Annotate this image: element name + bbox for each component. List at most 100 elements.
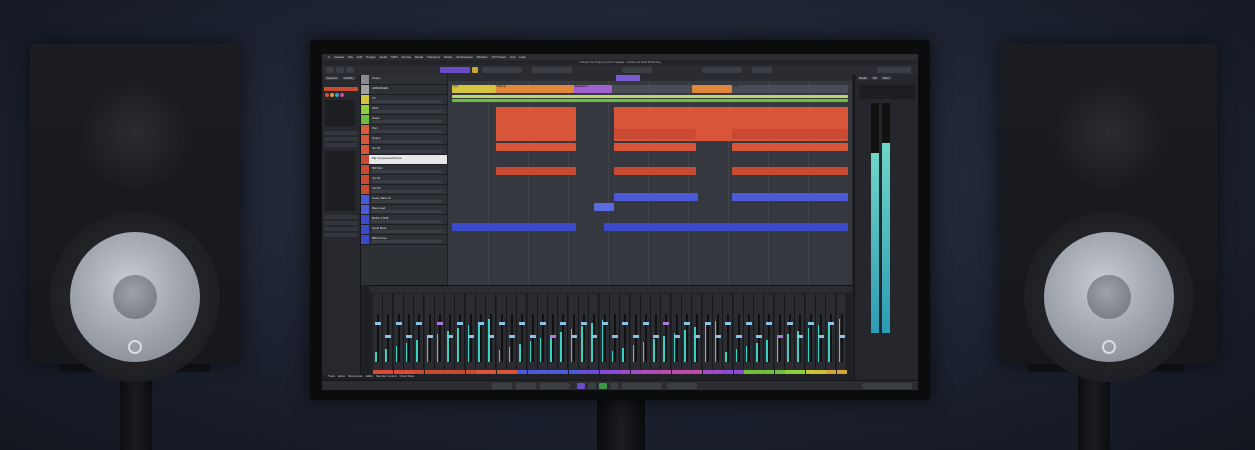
track-controls[interactable] xyxy=(372,110,442,113)
menu-item[interactable]: MIDI xyxy=(391,55,397,59)
toolbar-button[interactable] xyxy=(440,67,470,73)
fader-handle[interactable] xyxy=(570,335,577,338)
mixer-channel[interactable] xyxy=(496,294,507,374)
fader-handle[interactable] xyxy=(539,322,546,325)
fader-handle[interactable] xyxy=(838,335,845,338)
toolbar-button[interactable] xyxy=(472,67,478,73)
menu-item[interactable]: Transport xyxy=(427,55,440,59)
mixer-channel[interactable] xyxy=(609,294,620,374)
mixer-channel[interactable] xyxy=(733,294,744,374)
fader-handle[interactable] xyxy=(735,335,742,338)
midi-part[interactable] xyxy=(732,143,848,151)
timeline-ruler[interactable] xyxy=(448,75,852,81)
monitor-icon[interactable] xyxy=(330,93,334,97)
mixer-channel[interactable] xyxy=(671,294,682,374)
menu-item[interactable]: File xyxy=(348,55,353,59)
toolbar-button[interactable] xyxy=(532,67,572,73)
fader-handle[interactable] xyxy=(467,335,474,338)
fader-handle[interactable] xyxy=(663,322,670,325)
track-controls[interactable] xyxy=(372,140,442,143)
transport-button[interactable] xyxy=(492,383,512,389)
toolbar-button[interactable] xyxy=(877,67,911,73)
fader-handle[interactable] xyxy=(611,335,618,338)
mixer-channel[interactable] xyxy=(579,294,589,374)
track-controls[interactable] xyxy=(372,210,442,213)
mixer-channel[interactable] xyxy=(476,294,486,374)
menu-item[interactable]: Window xyxy=(477,55,488,59)
track-row[interactable]: BASS 1 SUB xyxy=(361,215,447,225)
track-row[interactable]: ARRANGER xyxy=(361,85,447,95)
mixer-channel[interactable] xyxy=(506,294,517,374)
tempo-display[interactable] xyxy=(667,383,697,389)
mixer-channel[interactable] xyxy=(805,294,816,374)
midi-part[interactable] xyxy=(732,167,848,175)
tab-inspector[interactable]: Inspector xyxy=(324,76,340,80)
midi-part[interactable] xyxy=(452,223,576,231)
toolbar-button[interactable] xyxy=(702,67,742,73)
mixer-channel[interactable] xyxy=(815,294,826,374)
mixer-channel[interactable] xyxy=(568,294,579,374)
output-meter[interactable] xyxy=(862,383,912,389)
track-row[interactable]: Snare xyxy=(361,115,447,125)
mixer-channel[interactable] xyxy=(373,294,383,374)
fader-handle[interactable] xyxy=(684,322,690,325)
arranger-part[interactable]: Build up xyxy=(496,85,574,93)
tab-control-room[interactable]: CR xyxy=(870,76,879,80)
menu-item[interactable]: Help xyxy=(519,55,525,59)
mixer-channel[interactable] xyxy=(537,294,548,374)
mixer-channel[interactable] xyxy=(393,294,404,374)
apple-icon[interactable]: ● xyxy=(328,55,330,59)
fader-handle[interactable] xyxy=(653,335,660,338)
mixer-channel[interactable] xyxy=(836,294,847,374)
inspector-section[interactable] xyxy=(324,227,358,231)
track-controls[interactable] xyxy=(372,230,442,233)
track-controls[interactable] xyxy=(372,240,442,243)
midi-part[interactable] xyxy=(732,129,848,139)
arranger-part[interactable] xyxy=(692,85,732,93)
cycle-marker[interactable] xyxy=(616,75,640,81)
fader-handle[interactable] xyxy=(632,335,639,338)
mixer-channel[interactable] xyxy=(774,294,785,374)
midi-part[interactable] xyxy=(594,203,614,211)
track-row[interactable]: Drums xyxy=(361,135,447,145)
track-row[interactable]: 808 Groove xyxy=(361,235,447,245)
track-row[interactable]: Tempo xyxy=(361,75,447,85)
arrange-window[interactable]: Intro Build up Breakdown Drop xyxy=(448,75,852,285)
midi-part[interactable] xyxy=(614,129,696,139)
fader-handle[interactable] xyxy=(787,322,793,325)
mixer-channel[interactable] xyxy=(795,294,806,374)
fader-handle[interactable] xyxy=(745,322,752,325)
inspector-section[interactable] xyxy=(324,215,358,219)
fader-handle[interactable] xyxy=(581,322,587,325)
track-controls[interactable] xyxy=(372,150,442,153)
midi-part[interactable] xyxy=(496,143,576,151)
mixer-channel[interactable] xyxy=(424,294,435,374)
menu-item[interactable]: Hub xyxy=(510,55,516,59)
mixer-channel[interactable] xyxy=(682,294,692,374)
fader-handle[interactable] xyxy=(756,335,763,338)
mixer-channel[interactable] xyxy=(465,294,476,374)
stop-button[interactable] xyxy=(610,383,618,389)
mixer-channel[interactable] xyxy=(640,294,651,374)
track-row[interactable]: FX xyxy=(361,95,447,105)
mixer-channel[interactable] xyxy=(620,294,631,374)
fader-handle[interactable] xyxy=(550,335,557,338)
mixer-channel[interactable] xyxy=(723,294,734,374)
toolbar-button[interactable] xyxy=(482,67,522,73)
mixer-channel[interactable] xyxy=(599,294,610,374)
midi-part[interactable] xyxy=(732,193,848,201)
menu-item[interactable]: Edit xyxy=(357,55,362,59)
midi-part[interactable] xyxy=(604,223,848,231)
midi-part[interactable] xyxy=(614,193,698,201)
mixer-channel[interactable] xyxy=(589,294,600,374)
mixer-channel[interactable] xyxy=(548,294,559,374)
mixer-channel[interactable] xyxy=(692,294,703,374)
mixer-channel[interactable] xyxy=(785,294,795,374)
mixer-channel[interactable] xyxy=(826,294,837,374)
menu-item[interactable]: Audio xyxy=(380,55,388,59)
menu-item[interactable]: Workspaces xyxy=(456,55,472,59)
fader-handle[interactable] xyxy=(529,335,536,338)
fader-handle[interactable] xyxy=(405,335,412,338)
inspector-section[interactable] xyxy=(324,131,358,135)
menu-item[interactable]: Cubase xyxy=(334,55,344,59)
